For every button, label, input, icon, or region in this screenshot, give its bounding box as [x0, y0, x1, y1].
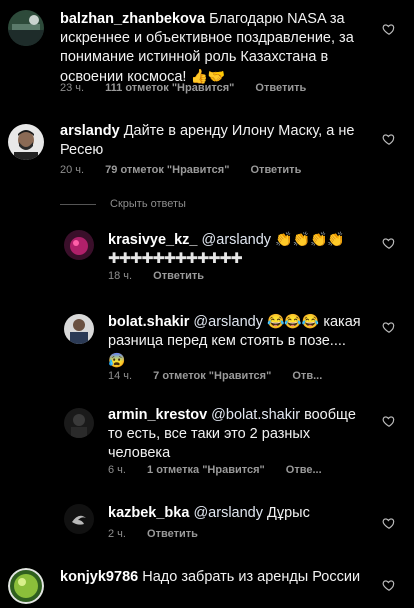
avatar[interactable]: [8, 10, 44, 46]
comment-username[interactable]: arslandy: [60, 123, 120, 139]
avatar[interactable]: [8, 568, 44, 604]
comment-username[interactable]: kazbek_bka: [108, 505, 189, 521]
heart-icon[interactable]: [382, 236, 396, 250]
heart-icon[interactable]: [382, 320, 396, 334]
comment-meta: 20 ч. 79 отметок "Нравится" Ответить: [60, 164, 319, 176]
reply-button[interactable]: Отве...: [286, 464, 322, 476]
mention-link[interactable]: @arslandy: [193, 314, 263, 330]
mention-link[interactable]: @arslandy: [193, 505, 263, 521]
comment-username[interactable]: konjyk9786: [60, 569, 138, 585]
comment-body: kazbek_bka @arslandy Дұрыс: [108, 504, 366, 523]
comment-meta: 18 ч. Ответить: [108, 270, 222, 282]
comment-emoji-end: 😰: [108, 352, 126, 368]
comment-time: 6 ч.: [108, 464, 126, 476]
comment-likes[interactable]: 79 отметок "Нравится": [105, 164, 229, 176]
comment-emoji: 👏👏👏👏: [275, 231, 345, 247]
heart-icon[interactable]: [382, 414, 396, 428]
comment-time: 14 ч.: [108, 370, 133, 382]
avatar[interactable]: [64, 408, 94, 438]
comment-meta: 14 ч. 7 отметок "Нравится" Отв...: [108, 370, 340, 382]
comment-likes[interactable]: 1 отметка "Нравится": [147, 464, 265, 476]
comment-body: balzhan_zhanbekova Благодарю NASA за иск…: [60, 10, 366, 87]
comment-meta: 2 ч. Ответить: [108, 528, 216, 540]
reply-button[interactable]: Ответить: [153, 270, 204, 282]
comment-body: konjyk9786 Надо забрать из аренды России: [60, 568, 366, 587]
avatar[interactable]: [8, 124, 44, 160]
reply-button[interactable]: Ответить: [147, 528, 198, 540]
comment-time: 2 ч.: [108, 528, 126, 540]
comment-username[interactable]: armin_krestov: [108, 407, 207, 423]
comment-body: bolat.shakir @arslandy 😂😂😂 какая разница…: [108, 312, 366, 371]
comment-text: Дұрыс: [267, 505, 310, 521]
comment-likes[interactable]: 7 отметок "Нравится": [153, 370, 271, 382]
reply-button[interactable]: Ответить: [251, 164, 302, 176]
avatar[interactable]: [64, 230, 94, 260]
mention-link[interactable]: @arslandy: [202, 232, 272, 248]
comment-username[interactable]: bolat.shakir: [108, 314, 189, 330]
comment-time: 18 ч.: [108, 270, 133, 282]
reply-button[interactable]: Отв...: [292, 370, 322, 382]
comment-username[interactable]: balzhan_zhanbekova: [60, 11, 205, 27]
heart-icon[interactable]: [382, 132, 396, 146]
comment-time: 20 ч.: [60, 164, 85, 176]
divider-line: [60, 203, 96, 205]
avatar[interactable]: [64, 504, 94, 534]
hide-replies-toggle[interactable]: Скрыть ответы: [60, 196, 186, 212]
heart-icon[interactable]: [382, 516, 396, 530]
hide-replies-label: Скрыть ответы: [110, 198, 186, 210]
comment-time: 23 ч.: [60, 82, 85, 94]
heart-icon[interactable]: [382, 578, 396, 592]
comment-username[interactable]: krasivye_kz_: [108, 232, 198, 248]
comment-emoji: 😂😂😂: [266, 313, 320, 329]
comment-text: ✚✚✚✚✚✚✚✚✚✚✚✚: [108, 251, 243, 267]
comment-likes[interactable]: 111 отметок "Нравится": [105, 82, 234, 94]
reply-button[interactable]: Ответить: [255, 82, 306, 94]
comment-body: arslandy Дайте в аренду Илону Маску, а н…: [60, 122, 366, 160]
comment-meta: 6 ч. 1 отметка "Нравится" Отве...: [108, 464, 340, 476]
comment-body: armin_krestov @bolat.shakir вообще то ес…: [108, 406, 366, 463]
heart-icon[interactable]: [382, 22, 396, 36]
comment-body: krasivye_kz_ @arslandy 👏👏👏👏 ✚✚✚✚✚✚✚✚✚✚✚✚: [108, 230, 366, 269]
avatar[interactable]: [64, 314, 94, 344]
comment-meta: 23 ч. 111 отметок "Нравится" Ответить: [60, 82, 324, 94]
comment-text: Надо забрать из аренды России: [142, 569, 361, 585]
mention-link[interactable]: @bolat.shakir: [211, 407, 300, 423]
